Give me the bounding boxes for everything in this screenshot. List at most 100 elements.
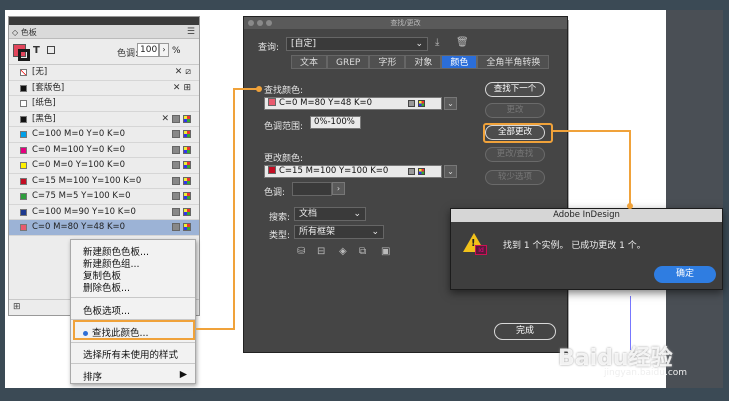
change-color-dropdown[interactable]: ⌄ (444, 165, 457, 178)
find-color-label: 查找颜色: (264, 86, 304, 96)
menu-swatch-options[interactable]: 色板选项... (83, 303, 130, 317)
close-window-icon[interactable] (248, 20, 254, 26)
tab-text[interactable]: 文本 (291, 55, 328, 69)
swatch-status-icons (172, 223, 191, 231)
type-select[interactable]: 所有框架 ⌄ (294, 225, 384, 239)
swatch-row[interactable]: [黑色] ✕ (9, 112, 199, 127)
swatches-tab[interactable]: ◇ 色板 (12, 27, 37, 38)
tab-grep[interactable]: GREP (327, 55, 370, 69)
swatch-context-menu: 新建颜色色板... 新建颜色组... 复制色板 删除色板... 色板选项... … (70, 239, 196, 384)
chevron-down-icon: ⌄ (415, 39, 423, 49)
minimize-window-icon[interactable] (257, 20, 263, 26)
fewer-options-button[interactable]: 较少选项 (485, 170, 545, 185)
swatch-name: [黑色] (32, 113, 56, 124)
find-next-button[interactable]: 查找下一个 (485, 82, 545, 97)
query-select[interactable]: [自定] ⌄ (286, 37, 428, 51)
swatch-name: C=15 M=100 Y=100 K=0 (32, 175, 142, 186)
swatch-list: [无] ✕ ⧄ [套版色] ✕ ⊞ [纸色] [黑色] ✕ C=100 M=0 Y=0 K=0 C=… (9, 65, 199, 236)
dialog-titlebar[interactable]: 查找/更改 (244, 17, 567, 29)
tint-range-label: 色调范围: (264, 122, 304, 132)
include-locked-layers-icon[interactable]: ⛁ (297, 246, 305, 257)
process-color-icon (172, 207, 180, 216)
swatch-row[interactable]: [纸色] (9, 96, 199, 112)
swatch-status-icons: ✕ ⧄ (175, 68, 191, 77)
tint-range-field[interactable]: 0%-100% (310, 116, 361, 129)
swatch-chip (20, 100, 27, 107)
indesign-app-icon: Id (475, 245, 487, 255)
change-all-highlight (483, 123, 553, 143)
save-query-icon[interactable]: ⤓ (435, 37, 439, 48)
swatch-chip (20, 131, 27, 138)
change-tint-label: 色调: (264, 188, 286, 198)
include-hidden-layers-icon[interactable]: ◈ (339, 246, 347, 257)
search-select[interactable]: 文档 ⌄ (294, 207, 366, 221)
swatch-row[interactable]: C=0 M=80 Y=48 K=0 (9, 220, 199, 236)
menu-delete-swatch[interactable]: 删除色板... (83, 280, 130, 294)
swatch-row[interactable]: [套版色] ✕ ⊞ (9, 81, 199, 96)
tab-full-half-width[interactable]: 全角半角转换 (477, 55, 550, 69)
tab-object[interactable]: 对象 (405, 55, 442, 69)
find-color-dropdown[interactable]: ⌄ (444, 97, 457, 110)
process-color-icon (172, 192, 180, 200)
include-master-pages-icon[interactable]: ⧉ (359, 246, 366, 257)
process-color-icon (172, 130, 180, 138)
cmyk-mode-icon (183, 161, 191, 169)
tab-color[interactable]: 颜色 (441, 55, 478, 69)
change-tint-arrow-icon[interactable]: › (332, 182, 345, 195)
swatch-row[interactable]: C=100 M=90 Y=10 K=0 (9, 205, 199, 220)
swatch-status-icons (172, 161, 191, 169)
swatch-name: C=100 M=90 Y=10 K=0 (32, 206, 136, 217)
ok-button[interactable]: 确定 (654, 266, 716, 283)
menu-sort[interactable]: 排序 (83, 369, 102, 383)
swatch-chip (20, 115, 27, 123)
tint-percent: % (172, 46, 181, 56)
search-label: 搜索: (269, 213, 291, 223)
change-button[interactable]: 更改 (485, 103, 545, 118)
dialog-title: 查找/更改 (390, 19, 421, 27)
change-color-field[interactable]: C=15 M=100 Y=100 K=0 (264, 165, 442, 178)
registration-icon: ⊞ (183, 82, 191, 93)
swatch-name: C=75 M=5 Y=100 K=0 (32, 191, 131, 201)
swatch-row[interactable]: C=15 M=100 Y=100 K=0 (9, 174, 199, 189)
include-locked-objects-icon[interactable]: ⊟ (317, 246, 325, 257)
include-footnotes-icon[interactable]: ▣ (381, 246, 390, 257)
tint-arrow-icon[interactable]: › (159, 43, 169, 57)
indesign-alert-dialog: Adobe InDesign ! Id 找到 1 个实例。 已成功更改 1 个。… (450, 208, 723, 290)
text-format-icon[interactable]: T (33, 45, 40, 56)
tint-input[interactable]: 100 (137, 43, 159, 57)
swatch-row[interactable]: C=100 M=0 Y=0 K=0 (9, 127, 199, 143)
cmyk-mode-icon (183, 223, 191, 231)
swatch-row[interactable]: C=0 M=0 Y=100 K=0 (9, 158, 199, 174)
pasteboard-strip (666, 10, 723, 388)
swatches-tab-row: ◇ 色板 ☰ (9, 25, 199, 39)
tab-glyph[interactable]: 字形 (369, 55, 406, 69)
swatch-row[interactable]: C=0 M=100 Y=0 K=0 (9, 143, 199, 158)
zoom-window-icon[interactable] (266, 20, 272, 26)
swatch-row[interactable]: [无] ✕ ⧄ (9, 65, 199, 81)
panel-menu-icon[interactable]: ☰ (187, 27, 195, 37)
swatch-row[interactable]: C=75 M=5 Y=100 K=0 (9, 189, 199, 205)
menu-separator (71, 342, 195, 343)
cmyk-mode-icon (183, 114, 191, 123)
connector-dot (627, 203, 633, 209)
swatch-mode-icon (418, 168, 425, 175)
connector-line (233, 88, 235, 330)
container-format-icon[interactable] (47, 46, 55, 54)
menu-select-unused[interactable]: 选择所有未使用的样式 (83, 347, 178, 361)
process-color-icon (172, 145, 180, 154)
stroke-swatch[interactable] (18, 49, 30, 61)
change-color-chip (268, 166, 276, 174)
find-color-field[interactable]: C=0 M=80 Y=48 K=0 (264, 97, 442, 110)
swatch-name: [无] (32, 67, 48, 77)
connector-line (196, 328, 234, 330)
panel-titlebar[interactable] (9, 17, 199, 25)
swatch-options-icon[interactable]: ⊞ (13, 302, 21, 312)
done-button[interactable]: 完成 (494, 323, 556, 340)
chevron-down-icon: ⌄ (353, 209, 361, 219)
delete-query-icon[interactable]: 🗑 (456, 37, 469, 48)
swatches-toolbar: T 色调: 100 › % (9, 39, 199, 65)
swatch-mode-icon (418, 100, 425, 107)
find-change-tabs: 文本 GREP 字形 对象 颜色 全角半角转换 (291, 55, 550, 69)
change-tint-field[interactable] (292, 182, 332, 196)
change-find-button[interactable]: 更改/查找 (485, 147, 545, 162)
